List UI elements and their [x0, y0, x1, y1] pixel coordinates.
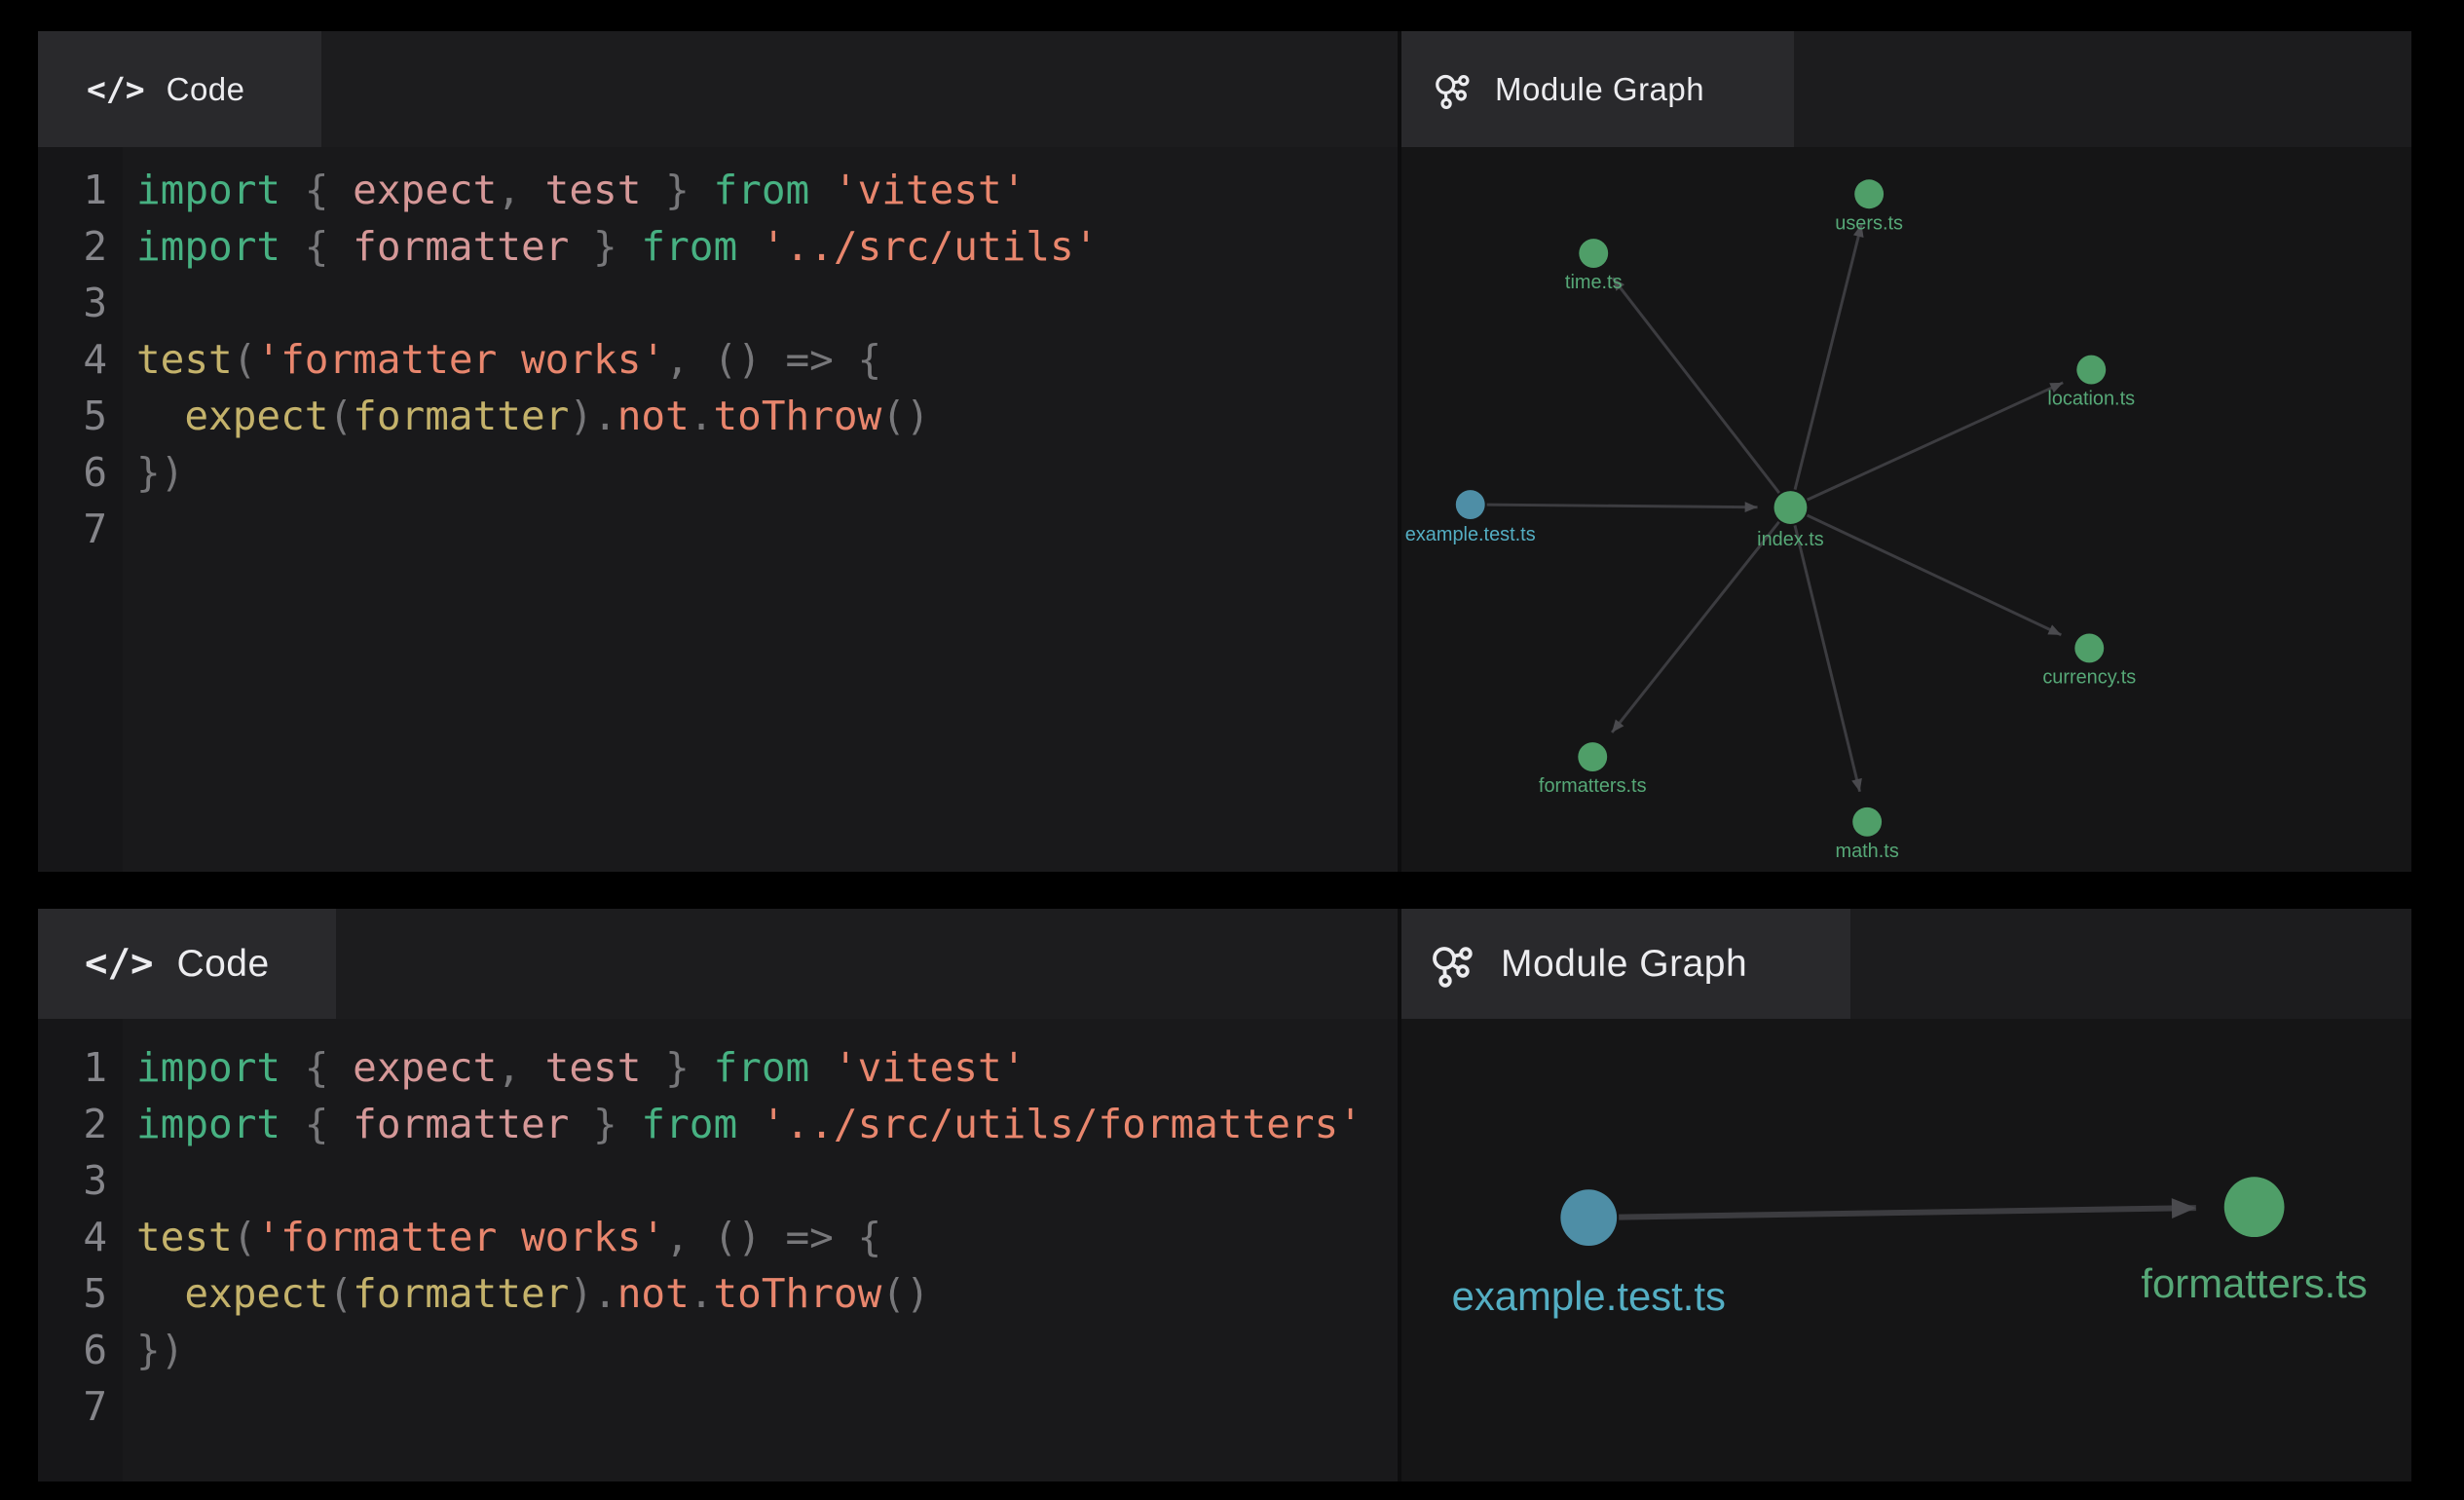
code-line: 4test('formatter works', () => {	[38, 331, 1398, 388]
code-line: 2import { formatter } from '../src/utils…	[38, 1096, 1398, 1152]
tab-label: Module Graph	[1501, 943, 1747, 986]
code-text: })	[123, 444, 184, 501]
module-graph-icon	[1427, 939, 1477, 990]
line-number: 4	[38, 1209, 123, 1265]
line-number: 3	[38, 1152, 123, 1209]
code-text: expect(formatter).not.toThrow()	[123, 388, 930, 444]
graph-node[interactable]	[2076, 356, 2106, 385]
module-graph-canvas-bottom[interactable]: example.test.ts formatters.ts	[1401, 1019, 2411, 1481]
code-panel-bottom-header: </> Code	[38, 909, 1398, 1019]
code-text: })	[123, 1322, 184, 1378]
graph-node-label: example.test.ts	[1452, 1273, 1726, 1319]
code-text: import { expect, test } from 'vitest'	[123, 1039, 1026, 1096]
code-text: import { formatter } from '../src/utils'	[123, 218, 1098, 275]
module-graph-top-header: Module Graph	[1401, 31, 2411, 147]
code-line: 1import { expect, test } from 'vitest'	[38, 1039, 1398, 1096]
line-number: 3	[38, 275, 123, 331]
module-graph-panel-top: Module Graph example.test.ts index.ts user…	[1398, 31, 2411, 872]
tab-module-graph-bottom[interactable]: Module Graph	[1401, 909, 1850, 1019]
code-text	[123, 1152, 136, 1209]
graph-node[interactable]	[1560, 1189, 1617, 1246]
code-panel-top: </> Code 1import { expect, test } from '…	[38, 31, 1398, 872]
graph-node[interactable]	[2224, 1177, 2285, 1237]
code-line: 7	[38, 1378, 1398, 1435]
module-graph-panel-bottom: Module Graph example.test.ts formatters.t…	[1398, 909, 2411, 1481]
code-line: 2import { formatter } from '../src/utils…	[38, 218, 1398, 275]
graph-node-label: location.ts	[2047, 389, 2135, 410]
module-graph-icon	[1431, 68, 1474, 111]
graph-edge	[1613, 278, 1779, 493]
module-graph-bottom-header: Module Graph	[1401, 909, 2411, 1019]
code-text	[123, 501, 136, 557]
graph-node[interactable]	[1854, 179, 1884, 208]
graph-node[interactable]	[1578, 742, 1607, 771]
tab-label: Module Graph	[1495, 71, 1704, 108]
graph-node[interactable]	[1774, 491, 1808, 524]
code-line: 6})	[38, 444, 1398, 501]
graph-node-label: users.ts	[1835, 212, 1903, 234]
page: </> Code 1import { expect, test } from '…	[0, 0, 2464, 1500]
module-graph-canvas-top[interactable]: example.test.ts index.ts users.ts time.ts lo…	[1401, 147, 2411, 872]
code-line: 1import { expect, test } from 'vitest'	[38, 162, 1398, 218]
code-text	[123, 275, 136, 331]
code-editor-bottom[interactable]: 1import { expect, test } from 'vitest'2i…	[38, 1019, 1398, 1481]
code-panel-bottom: </> Code 1import { expect, test } from '…	[38, 909, 1398, 1481]
graph-node[interactable]	[2074, 634, 2104, 663]
code-line: 7	[38, 501, 1398, 557]
code-editor-top[interactable]: 1import { expect, test } from 'vitest'2i…	[38, 147, 1398, 872]
code-text: test('formatter works', () => {	[123, 1209, 881, 1265]
tab-module-graph-top[interactable]: Module Graph	[1401, 31, 1794, 147]
line-number: 5	[38, 388, 123, 444]
graph-node-label: formatters.ts	[2141, 1260, 2367, 1306]
line-number: 1	[38, 1039, 123, 1096]
code-text: import { expect, test } from 'vitest'	[123, 162, 1026, 218]
code-lines: 1import { expect, test } from 'vitest'2i…	[38, 1019, 1398, 1435]
line-number: 7	[38, 1378, 123, 1435]
graph-node-label: math.ts	[1836, 841, 1899, 862]
code-text: expect(formatter).not.toThrow()	[123, 1265, 930, 1322]
graph-node[interactable]	[1456, 490, 1485, 519]
tab-label: Code	[176, 943, 269, 986]
code-line: 5 expect(formatter).not.toThrow()	[38, 1265, 1398, 1322]
graph-node-label: currency.ts	[2042, 667, 2136, 689]
code-text	[123, 1378, 136, 1435]
graph-node-label: time.ts	[1565, 272, 1623, 293]
code-line: 5 expect(formatter).not.toThrow()	[38, 388, 1398, 444]
line-number: 4	[38, 331, 123, 388]
code-line: 6})	[38, 1322, 1398, 1378]
tab-code-bottom[interactable]: </> Code	[38, 909, 336, 1019]
code-line: 3	[38, 1152, 1398, 1209]
graph-edge	[1619, 1208, 2196, 1218]
graph-edge	[1487, 505, 1758, 507]
graph-node[interactable]	[1852, 807, 1882, 837]
code-panel-top-header: </> Code	[38, 31, 1398, 147]
line-number: 2	[38, 1096, 123, 1152]
tab-label: Code	[167, 71, 245, 108]
graph-node-label: example.test.ts	[1405, 524, 1536, 545]
line-number: 6	[38, 1322, 123, 1378]
graph-edge	[1808, 515, 2062, 635]
graph-edge	[1808, 383, 2064, 500]
graph-edge	[1795, 224, 1861, 489]
graph-edge	[1612, 522, 1779, 732]
code-lines: 1import { expect, test } from 'vitest'2i…	[38, 147, 1398, 557]
code-icon: </>	[87, 70, 145, 108]
code-icon: </>	[85, 942, 153, 986]
graph-edge	[1795, 525, 1860, 791]
line-number: 1	[38, 162, 123, 218]
tab-code-top[interactable]: </> Code	[38, 31, 321, 147]
code-line: 4test('formatter works', () => {	[38, 1209, 1398, 1265]
code-text: test('formatter works', () => {	[123, 331, 881, 388]
graph-node-label: index.ts	[1757, 529, 1824, 550]
graph-node-label: formatters.ts	[1539, 775, 1647, 797]
line-number: 2	[38, 218, 123, 275]
code-line: 3	[38, 275, 1398, 331]
line-number: 7	[38, 501, 123, 557]
line-number: 5	[38, 1265, 123, 1322]
line-number: 6	[38, 444, 123, 501]
graph-node[interactable]	[1579, 239, 1608, 268]
code-text: import { formatter } from '../src/utils/…	[123, 1096, 1363, 1152]
